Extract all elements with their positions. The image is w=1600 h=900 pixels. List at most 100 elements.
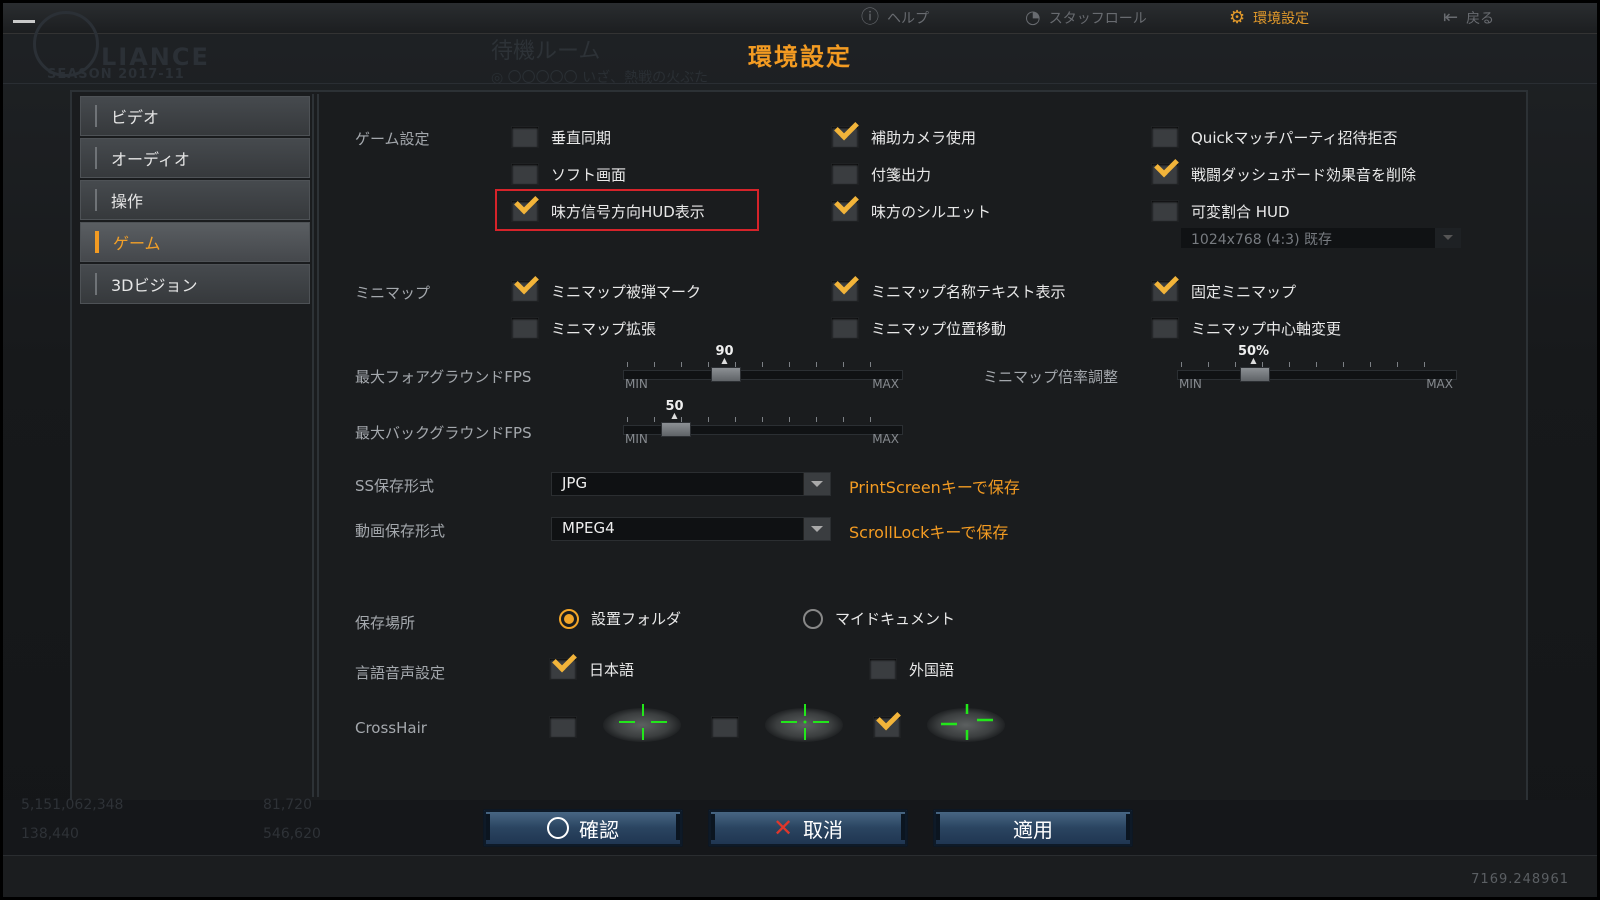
apply-button[interactable]: 適用 [933,809,1133,847]
background-exp: 138,440 [21,826,79,842]
slider-ticks [627,362,897,367]
option-label: ミニマップ名称テキスト表示 [871,282,1066,301]
checkbox [831,163,859,185]
apply-label: 適用 [1013,817,1053,842]
dashboard-sound-checkbox[interactable]: 戦闘ダッシュボード効果音を削除 [1151,163,1416,185]
fg-fps-label: 最大フォアグラウンドFPS [355,368,532,386]
sidebar-item-controls[interactable]: 操作 [80,180,310,220]
slider-max-label: MAX [872,432,899,446]
fixed-minimap-checkbox[interactable]: 固定ミニマップ [1151,280,1296,302]
cancel-button[interactable]: ✕ 取消 [708,809,908,847]
slider-thumb[interactable] [710,367,741,382]
item-marker [95,147,97,169]
sidebar-item-game[interactable]: ゲーム [80,222,310,262]
my-documents-radio[interactable]: マイドキュメント [803,608,955,629]
minimap-label: ミニマップ [355,284,431,302]
crosshair-cross-icon [603,700,683,746]
sidebar-item-audio[interactable]: オーディオ [80,138,310,178]
minimap-name-text-checkbox[interactable]: ミニマップ名称テキスト表示 [831,280,1066,302]
background-credits: 5,151,062,348 [21,797,124,813]
staffroll-link[interactable]: ◔ スタッフロール [1025,3,1147,33]
quickmatch-invite-checkbox[interactable]: Quickマッチパーティ招待拒否 [1151,126,1398,148]
hud-resolution-value: 1024x768 (4:3) 既存 [1191,232,1332,248]
exit-icon: ⇤ [1443,7,1459,28]
page-title: 環境設定 [748,43,852,71]
minimap-expand-checkbox[interactable]: ミニマップ拡張 [511,317,656,339]
assist-camera-checkbox[interactable]: 補助カメラ使用 [831,126,976,148]
japanese-voice-checkbox[interactable]: 日本語 [549,658,634,680]
checkbox [549,716,577,738]
option-label: 垂直同期 [551,128,612,147]
option-label: ミニマップ被弾マーク [551,282,702,301]
vsync-checkbox[interactable]: 垂直同期 [511,126,611,148]
back-label: 戻る [1466,11,1495,27]
variable-hud-checkbox[interactable]: 可変割合 HUD [1151,200,1290,222]
status-bar: 7169.248961 [3,855,1597,897]
option-label: 可変割合 HUD [1191,202,1290,221]
video-format-select[interactable]: MPEG4 [551,517,831,541]
option-label: ミニマップ位置移動 [871,319,1007,338]
slider-value: 50 [665,399,683,414]
background-points: 81,720 [263,797,312,813]
sidebar-item-label: ゲーム [113,234,161,253]
slider-track [1177,370,1457,380]
circle-icon [547,817,569,839]
minimap-move-checkbox[interactable]: ミニマップ位置移動 [831,317,1006,339]
checkbox [1151,280,1179,302]
minimap-scale-slider[interactable]: 50% MIN MAX [1177,344,1457,391]
staffroll-label: スタッフロール [1048,11,1147,27]
item-marker [95,189,97,211]
sidebar-item-label: 3Dビジョン [111,276,198,295]
settings-link[interactable]: ⚙ 環境設定 [1229,3,1309,33]
crosshair-option-2[interactable] [711,716,739,738]
slider-min-label: MIN [625,377,648,391]
sidebar-item-3d-vision[interactable]: 3Dビジョン [80,264,310,304]
minimap-hit-mark-checkbox[interactable]: ミニマップ被弾マーク [511,280,701,302]
checkbox [831,126,859,148]
install-folder-radio[interactable]: 設置フォルダ [559,608,681,629]
soft-screen-checkbox[interactable]: ソフト画面 [511,163,626,185]
sidebar-item-label: オーディオ [111,150,190,169]
option-label: ミニマップ拡張 [551,319,657,338]
fg-fps-slider[interactable]: 90 MIN MAX [623,344,903,391]
slider-thumb[interactable] [1239,367,1270,382]
item-marker [95,273,97,295]
checkbox [1151,200,1179,222]
sidebar-item-video[interactable]: ビデオ [80,96,310,136]
close-icon: ✕ [772,814,794,842]
crosshair-option-1[interactable] [549,716,577,738]
ally-silhouette-checkbox[interactable]: 味方のシルエット [831,200,991,222]
staffroll-icon: ◔ [1025,7,1041,28]
screenshot-format-select[interactable]: JPG [551,472,831,496]
background-other: 546,620 [263,826,321,842]
minimap-center-axis-checkbox[interactable]: ミニマップ中心軸変更 [1151,317,1341,339]
settings-sidebar: ビデオ オーディオ 操作 ゲーム 3Dビジョン [74,94,314,797]
back-link[interactable]: ⇤ 戻る [1443,3,1494,33]
slider-min-label: MIN [1179,377,1202,391]
slider-thumb[interactable] [660,422,691,437]
settings-panel: ビデオ オーディオ 操作 ゲーム 3Dビジョン ゲーム設定 垂直同期 補助カメラ… [70,90,1528,804]
option-label: マイドキュメント [835,610,956,628]
help-link[interactable]: ⓘ ヘルプ [861,3,929,33]
radio-button [559,608,579,629]
chevron-down-icon [803,518,830,540]
checkbox [873,716,901,738]
settings-label: 環境設定 [1253,11,1310,27]
ally-signal-hud-checkbox[interactable]: 味方信号方向HUD表示 [511,200,705,222]
option-label: 付箋出力 [871,165,932,184]
checkbox [511,317,539,339]
slider-max-label: MAX [872,377,899,391]
crosshair-option-3[interactable] [873,716,901,738]
bg-fps-slider[interactable]: 50 MIN MAX [623,399,903,446]
divider [3,83,1597,84]
cancel-label: 取消 [803,817,844,842]
game-window: ⓘ ヘルプ ◔ スタッフロール ⚙ 環境設定 ⇤ 戻る LIANCE SEASO… [3,3,1597,897]
slider-value: 50% [1238,344,1269,359]
option-label: ソフト画面 [551,165,627,184]
video-format-label: 動画保存形式 [355,522,446,540]
confirm-button[interactable]: 確認 [483,809,683,847]
sticky-note-checkbox[interactable]: 付箋出力 [831,163,931,185]
foreign-voice-checkbox[interactable]: 外国語 [869,658,954,680]
checkbox [831,280,859,302]
voice-language-label: 言語音声設定 [355,664,446,682]
